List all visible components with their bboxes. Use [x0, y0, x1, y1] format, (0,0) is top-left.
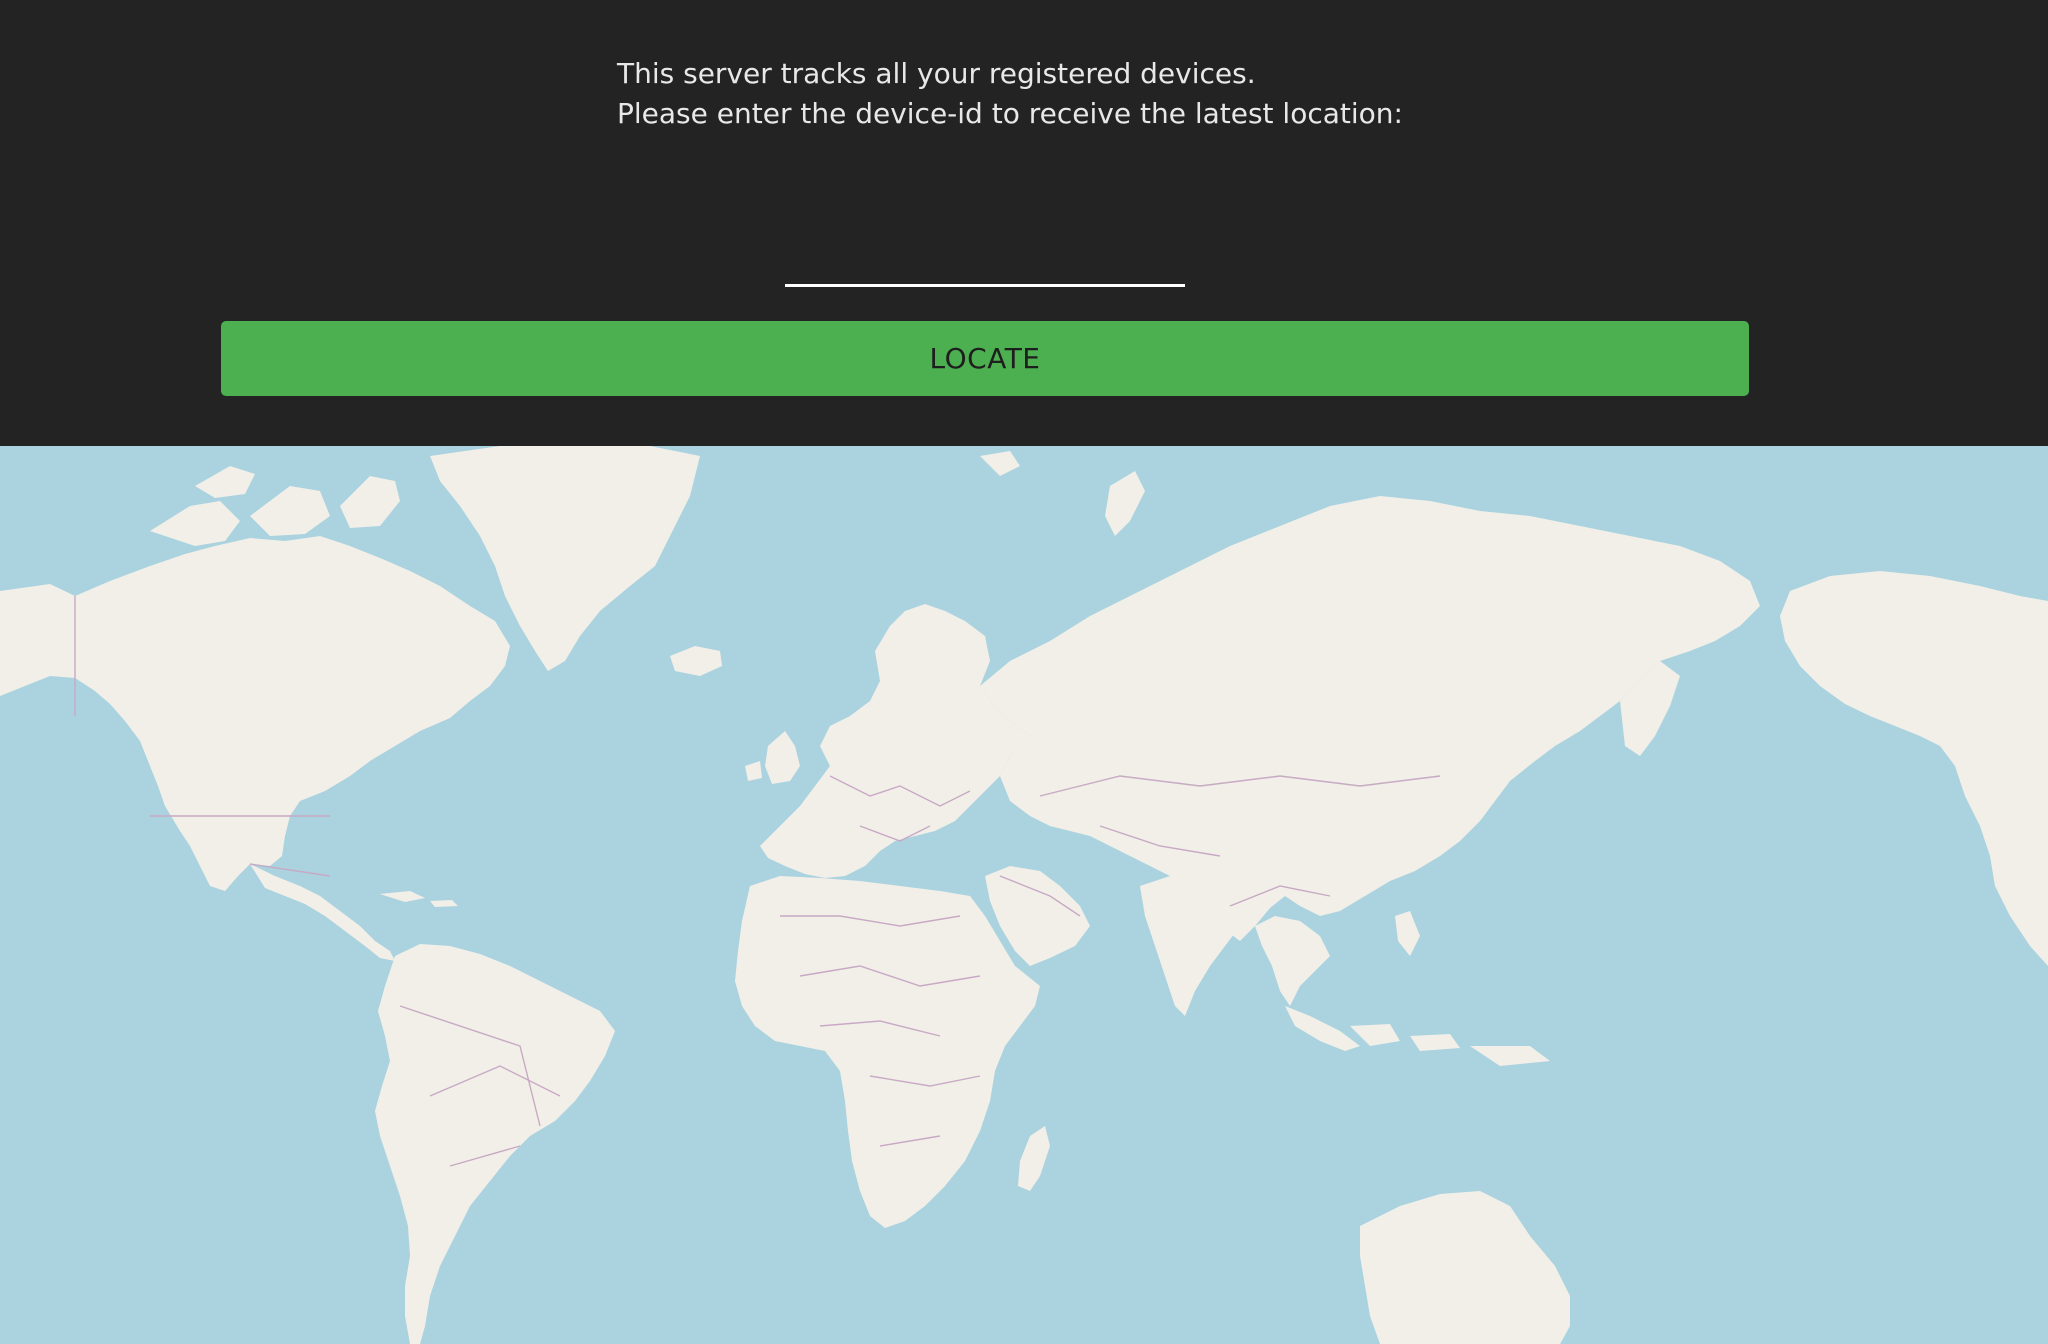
intro-line-1: This server tracks all your registered d…	[617, 57, 1256, 90]
world-map[interactable]	[0, 446, 2048, 1344]
device-id-input[interactable]	[785, 250, 1185, 287]
map-canvas	[0, 446, 2048, 1344]
intro-line-2: Please enter the device-id to receive th…	[617, 97, 1403, 130]
locate-button[interactable]: LOCATE	[221, 321, 1749, 396]
intro-text: This server tracks all your registered d…	[617, 54, 1517, 134]
header-panel: This server tracks all your registered d…	[0, 0, 2048, 446]
